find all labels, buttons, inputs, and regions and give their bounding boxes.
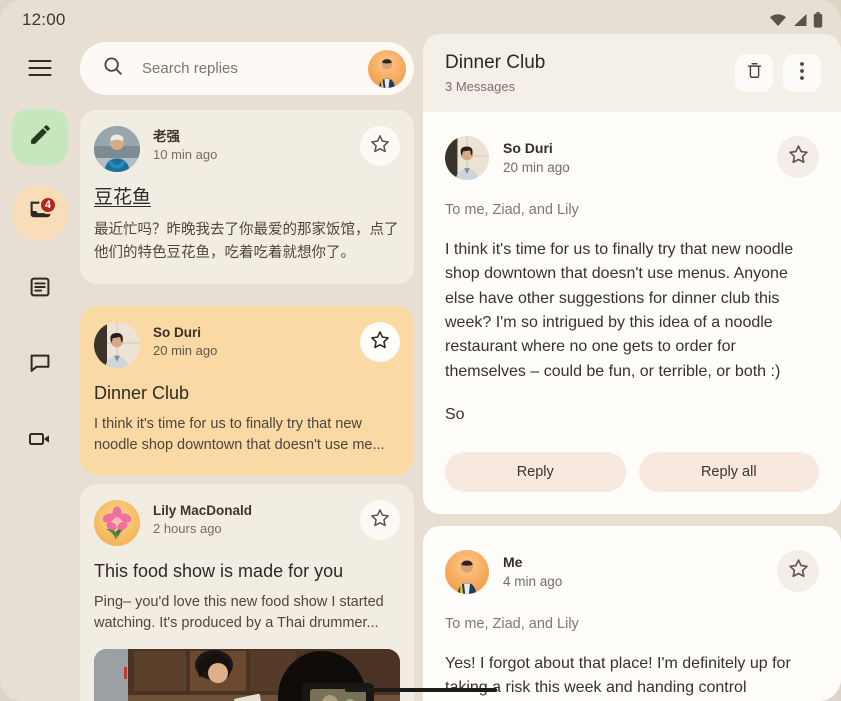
list-item-header: So Duri 20 min ago xyxy=(94,322,400,368)
detail-header: Dinner Club 3 Messages xyxy=(423,34,841,112)
list-item-preview: Ping– you'd love this new food show I st… xyxy=(94,593,384,632)
list-item-preview: 最近忙吗？昨晚我去了你最爱的那家饭馆，点了他们的特色豆花鱼，吃着吃着就想你了。 xyxy=(94,221,399,262)
reply-all-button[interactable]: Reply all xyxy=(638,451,819,492)
star-button[interactable] xyxy=(360,322,400,362)
list-item-time: 2 hours ago xyxy=(153,521,222,537)
list-item-header: Lily MacDonald 2 hours ago xyxy=(94,500,400,546)
message-signature: So xyxy=(445,405,465,423)
star-outline-icon xyxy=(369,133,391,160)
chat-bubble-icon xyxy=(28,351,52,380)
pencil-icon xyxy=(28,122,53,152)
avatar[interactable] xyxy=(368,49,406,88)
navigation-rail: 4 xyxy=(0,0,80,701)
battery-icon xyxy=(813,12,823,28)
star-outline-icon xyxy=(369,507,391,534)
search-icon xyxy=(102,55,124,82)
list-item[interactable]: 老强 10 min ago 豆花鱼 最近忙吗？昨晚我去了你最爱的那家饭馆，点了他… xyxy=(80,110,414,284)
hamburger-menu-button[interactable] xyxy=(16,44,64,92)
list-item-subject: 豆花鱼 xyxy=(94,187,152,208)
video-camera-icon xyxy=(27,426,53,457)
message-body: I think it's time for us to finally try … xyxy=(445,241,794,380)
star-outline-icon xyxy=(787,557,810,585)
list-item-sender: So Duri xyxy=(153,325,202,340)
list-item-subject: Dinner Club xyxy=(94,383,190,403)
inbox-badge-count: 4 xyxy=(38,196,57,214)
message-header: So Duri 20 min ago xyxy=(445,136,819,180)
list-item-meta: Lily MacDonald 2 hours ago xyxy=(153,500,360,539)
more-vert-icon xyxy=(799,61,805,86)
sidebar-item-articles[interactable] xyxy=(12,261,68,317)
star-button[interactable] xyxy=(777,136,819,178)
page-title: Dinner Club xyxy=(445,51,546,73)
articles-icon xyxy=(28,275,52,304)
list-item-time: 20 min ago xyxy=(153,343,218,359)
list-item-preview: I think it's time for us to finally try … xyxy=(94,415,385,454)
message-sender: So Duri xyxy=(503,140,553,156)
message-meta: Me 4 min ago xyxy=(503,550,777,591)
message-meta: So Duri 20 min ago xyxy=(503,136,777,177)
sidebar-item-video[interactable] xyxy=(12,413,68,469)
sidebar-item-chat[interactable] xyxy=(12,337,68,393)
sidebar-item-inbox[interactable]: 4 xyxy=(12,185,68,241)
avatar-so-duri xyxy=(94,322,140,368)
detail-header-texts: Dinner Club 3 Messages xyxy=(445,52,725,95)
message-recipients: To me, Ziad, and Lily xyxy=(445,202,579,218)
gesture-bar xyxy=(344,688,497,692)
message-item: So Duri 20 min ago To me, Ziad, and Lily… xyxy=(423,112,841,514)
message-actions: Reply Reply all xyxy=(445,451,819,492)
avatar-lily-flower xyxy=(94,500,140,546)
compose-fab[interactable] xyxy=(12,109,68,165)
star-outline-icon xyxy=(787,143,810,171)
email-cards: 老强 10 min ago 豆花鱼 最近忙吗？昨晚我去了你最爱的那家饭馆，点了他… xyxy=(80,110,423,701)
avatar-so-duri xyxy=(445,136,489,180)
message-time: 20 min ago xyxy=(503,159,570,175)
message-item: Me 4 min ago To me, Ziad, and Lily Yes! … xyxy=(423,525,841,701)
list-item-header: 老强 10 min ago xyxy=(94,126,400,172)
delete-button[interactable] xyxy=(735,54,773,92)
message-sender: Me xyxy=(503,553,523,570)
user-avatar xyxy=(445,549,489,594)
message-header: Me 4 min ago xyxy=(445,549,819,594)
list-item-time: 10 min ago xyxy=(153,147,218,163)
status-bar-clock: 12:00 xyxy=(22,10,66,29)
star-outline-icon xyxy=(369,329,391,356)
message-time: 4 min ago xyxy=(503,573,563,589)
status-bar: 12:00 xyxy=(0,0,841,40)
trash-icon xyxy=(745,61,764,85)
message-body: Yes! I forgot about that place! I'm defi… xyxy=(445,654,791,697)
list-item[interactable]: Lily MacDonald 2 hours ago This food sho… xyxy=(80,484,414,701)
reply-button[interactable]: Reply xyxy=(445,451,626,492)
list-item-sender: 老强 xyxy=(153,129,180,144)
app-window: 12:00 4 Search replies 老强 10 min ago 豆花鱼… xyxy=(0,0,841,701)
search-bar[interactable]: Search replies xyxy=(80,42,414,95)
kitchen-cooking-photo xyxy=(94,649,400,701)
search-input[interactable]: Search replies xyxy=(142,60,368,77)
wifi-icon xyxy=(769,13,787,27)
conversation-detail-pane: Dinner Club 3 Messages So Duri 20 min ag… xyxy=(423,34,841,701)
email-list-pane: Search replies 老强 10 min ago 豆花鱼 最近忙吗？昨晚… xyxy=(80,40,423,701)
avatar-laoqiang xyxy=(94,126,140,172)
list-item-subject: This food show is made for you xyxy=(94,561,344,581)
list-item-meta: So Duri 20 min ago xyxy=(153,322,360,361)
message-recipients: To me, Ziad, and Lily xyxy=(445,615,579,632)
list-item-sender: Lily MacDonald xyxy=(153,503,253,518)
cell-signal-icon xyxy=(792,13,808,27)
star-button[interactable] xyxy=(360,500,400,540)
star-button[interactable] xyxy=(777,549,819,592)
message-count: 3 Messages xyxy=(445,79,516,95)
status-bar-icons xyxy=(769,12,823,28)
more-options-button[interactable] xyxy=(783,54,821,92)
list-item[interactable]: So Duri 20 min ago Dinner Club I think i… xyxy=(80,306,414,475)
star-button[interactable] xyxy=(360,126,400,166)
list-item-meta: 老强 10 min ago xyxy=(153,126,360,165)
